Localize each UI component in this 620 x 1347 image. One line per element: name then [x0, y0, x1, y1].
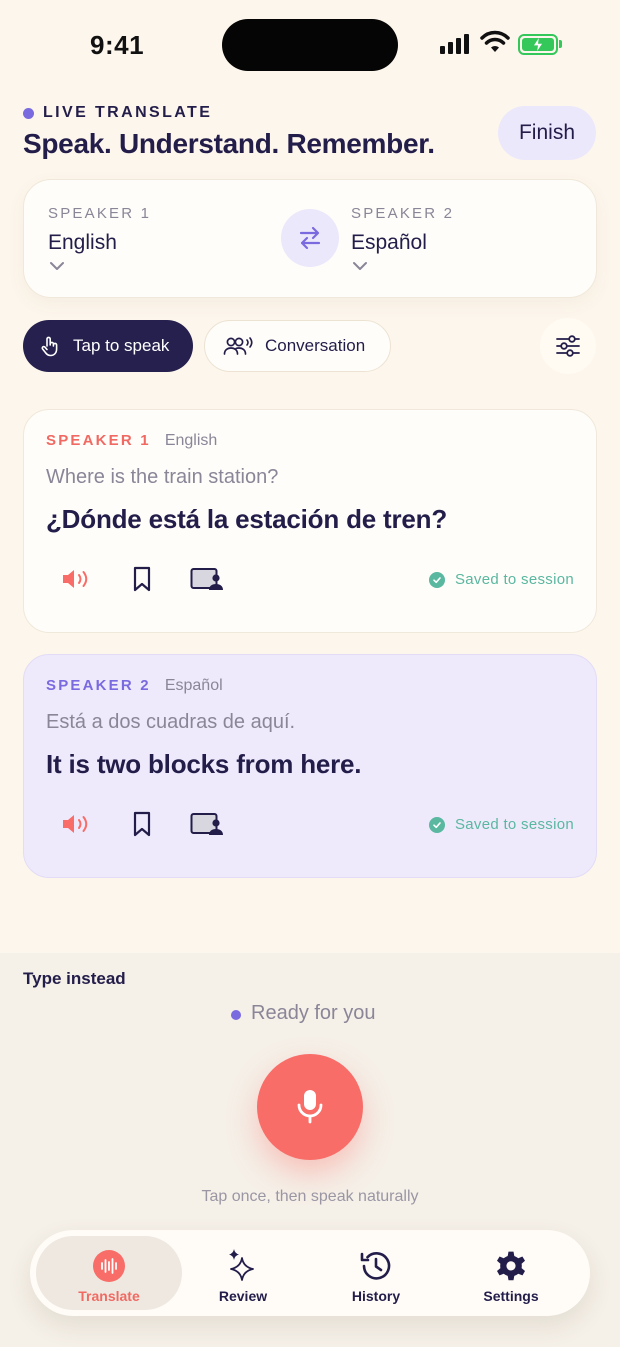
speaker1-language-picker[interactable]: SPEAKER 1 English: [48, 205, 151, 276]
tap-to-speak-label: Tap to speak: [73, 336, 170, 355]
translation-card: SPEAKER 2 Español Está a dos cuadras de …: [23, 654, 597, 878]
conversation-mode-button[interactable]: Conversation: [204, 320, 391, 372]
speaker2-language: Español: [351, 231, 427, 254]
waveform-icon: [93, 1248, 125, 1284]
microphone-button[interactable]: [257, 1054, 363, 1160]
tab-review[interactable]: Review: [196, 1236, 290, 1310]
tab-translate[interactable]: Translate: [36, 1236, 182, 1310]
speaker1-label: SPEAKER 1: [48, 205, 152, 222]
checkmark-icon: [428, 571, 445, 588]
speaker-language: English: [164, 432, 218, 449]
status-time: 9:41: [90, 30, 145, 60]
speaker-language: Español: [164, 677, 223, 694]
battery-icon: [518, 34, 558, 55]
bookmark-button[interactable]: [125, 811, 159, 837]
live-indicator-dot: [23, 108, 34, 119]
speaker-icon: [63, 570, 88, 588]
gear-icon: [493, 1248, 529, 1284]
play-audio-button[interactable]: [60, 567, 94, 591]
wifi-icon: [480, 30, 510, 52]
hand-tap-icon: [41, 336, 58, 357]
screen-person-icon: [190, 568, 223, 590]
bookmark-button[interactable]: [125, 566, 159, 592]
speaker1-language: English: [48, 231, 117, 254]
history-icon: [358, 1248, 394, 1284]
bookmark-icon: [133, 566, 151, 592]
play-audio-button[interactable]: [60, 812, 94, 836]
ready-indicator-dot: [231, 1010, 241, 1020]
finish-button[interactable]: Finish: [498, 106, 596, 160]
speaker2-language-picker[interactable]: SPEAKER 2 Español: [351, 205, 454, 276]
type-instead-link[interactable]: Type instead: [23, 969, 126, 989]
translation-card: SPEAKER 1 English Where is the train sta…: [23, 409, 597, 633]
translated-text: ¿Dónde está la estación de tren?: [46, 504, 448, 534]
swap-languages-button[interactable]: [281, 209, 339, 267]
dynamic-island: [222, 19, 398, 71]
battery-tip: [559, 40, 562, 48]
saved-label: Saved to session: [454, 571, 574, 588]
live-translate-label: LIVE TRANSLATE: [43, 104, 213, 121]
page-title: Speak. Understand. Remember.: [23, 128, 435, 159]
checkmark-icon: [428, 816, 445, 833]
original-text: Where is the train station?: [46, 466, 279, 488]
chevron-down-icon: [353, 262, 367, 270]
speaker-icon: [63, 815, 88, 833]
microphone-icon: [297, 1090, 323, 1124]
saved-label: Saved to session: [454, 816, 574, 833]
mic-hint: Tap once, then speak naturally: [201, 1188, 419, 1205]
speaker-tag: SPEAKER 2: [46, 677, 151, 694]
saved-status: Saved to session: [428, 816, 574, 833]
swap-arrows-icon: [299, 226, 321, 250]
translated-text: It is two blocks from here.: [46, 749, 362, 779]
chevron-down-icon: [50, 262, 64, 270]
present-to-speaker-button[interactable]: [189, 567, 225, 591]
tab-label: Review: [218, 1288, 268, 1304]
tab-settings[interactable]: Settings: [470, 1236, 552, 1310]
tab-history[interactable]: History: [330, 1236, 422, 1310]
speaker-tag: SPEAKER 1: [46, 432, 151, 449]
screen-person-icon: [190, 813, 223, 835]
speaker2-label: SPEAKER 2: [351, 205, 455, 222]
tap-to-speak-button[interactable]: Tap to speak: [23, 320, 193, 372]
tab-label: Settings: [483, 1288, 539, 1304]
sparkles-icon: [226, 1248, 260, 1284]
conversation-label: Conversation: [265, 336, 366, 355]
original-text: Está a dos cuadras de aquí.: [46, 711, 296, 733]
present-to-speaker-button[interactable]: [189, 812, 225, 836]
tab-label: History: [351, 1288, 401, 1304]
signal-icon: [440, 34, 469, 54]
translation-settings-button[interactable]: [540, 318, 596, 374]
saved-status: Saved to session: [428, 571, 574, 588]
bookmark-icon: [133, 811, 151, 837]
conversation-people-icon: [223, 337, 253, 355]
tab-label: Translate: [78, 1288, 140, 1304]
ready-status: Ready for you: [251, 1002, 376, 1024]
sliders-icon: [556, 335, 580, 357]
